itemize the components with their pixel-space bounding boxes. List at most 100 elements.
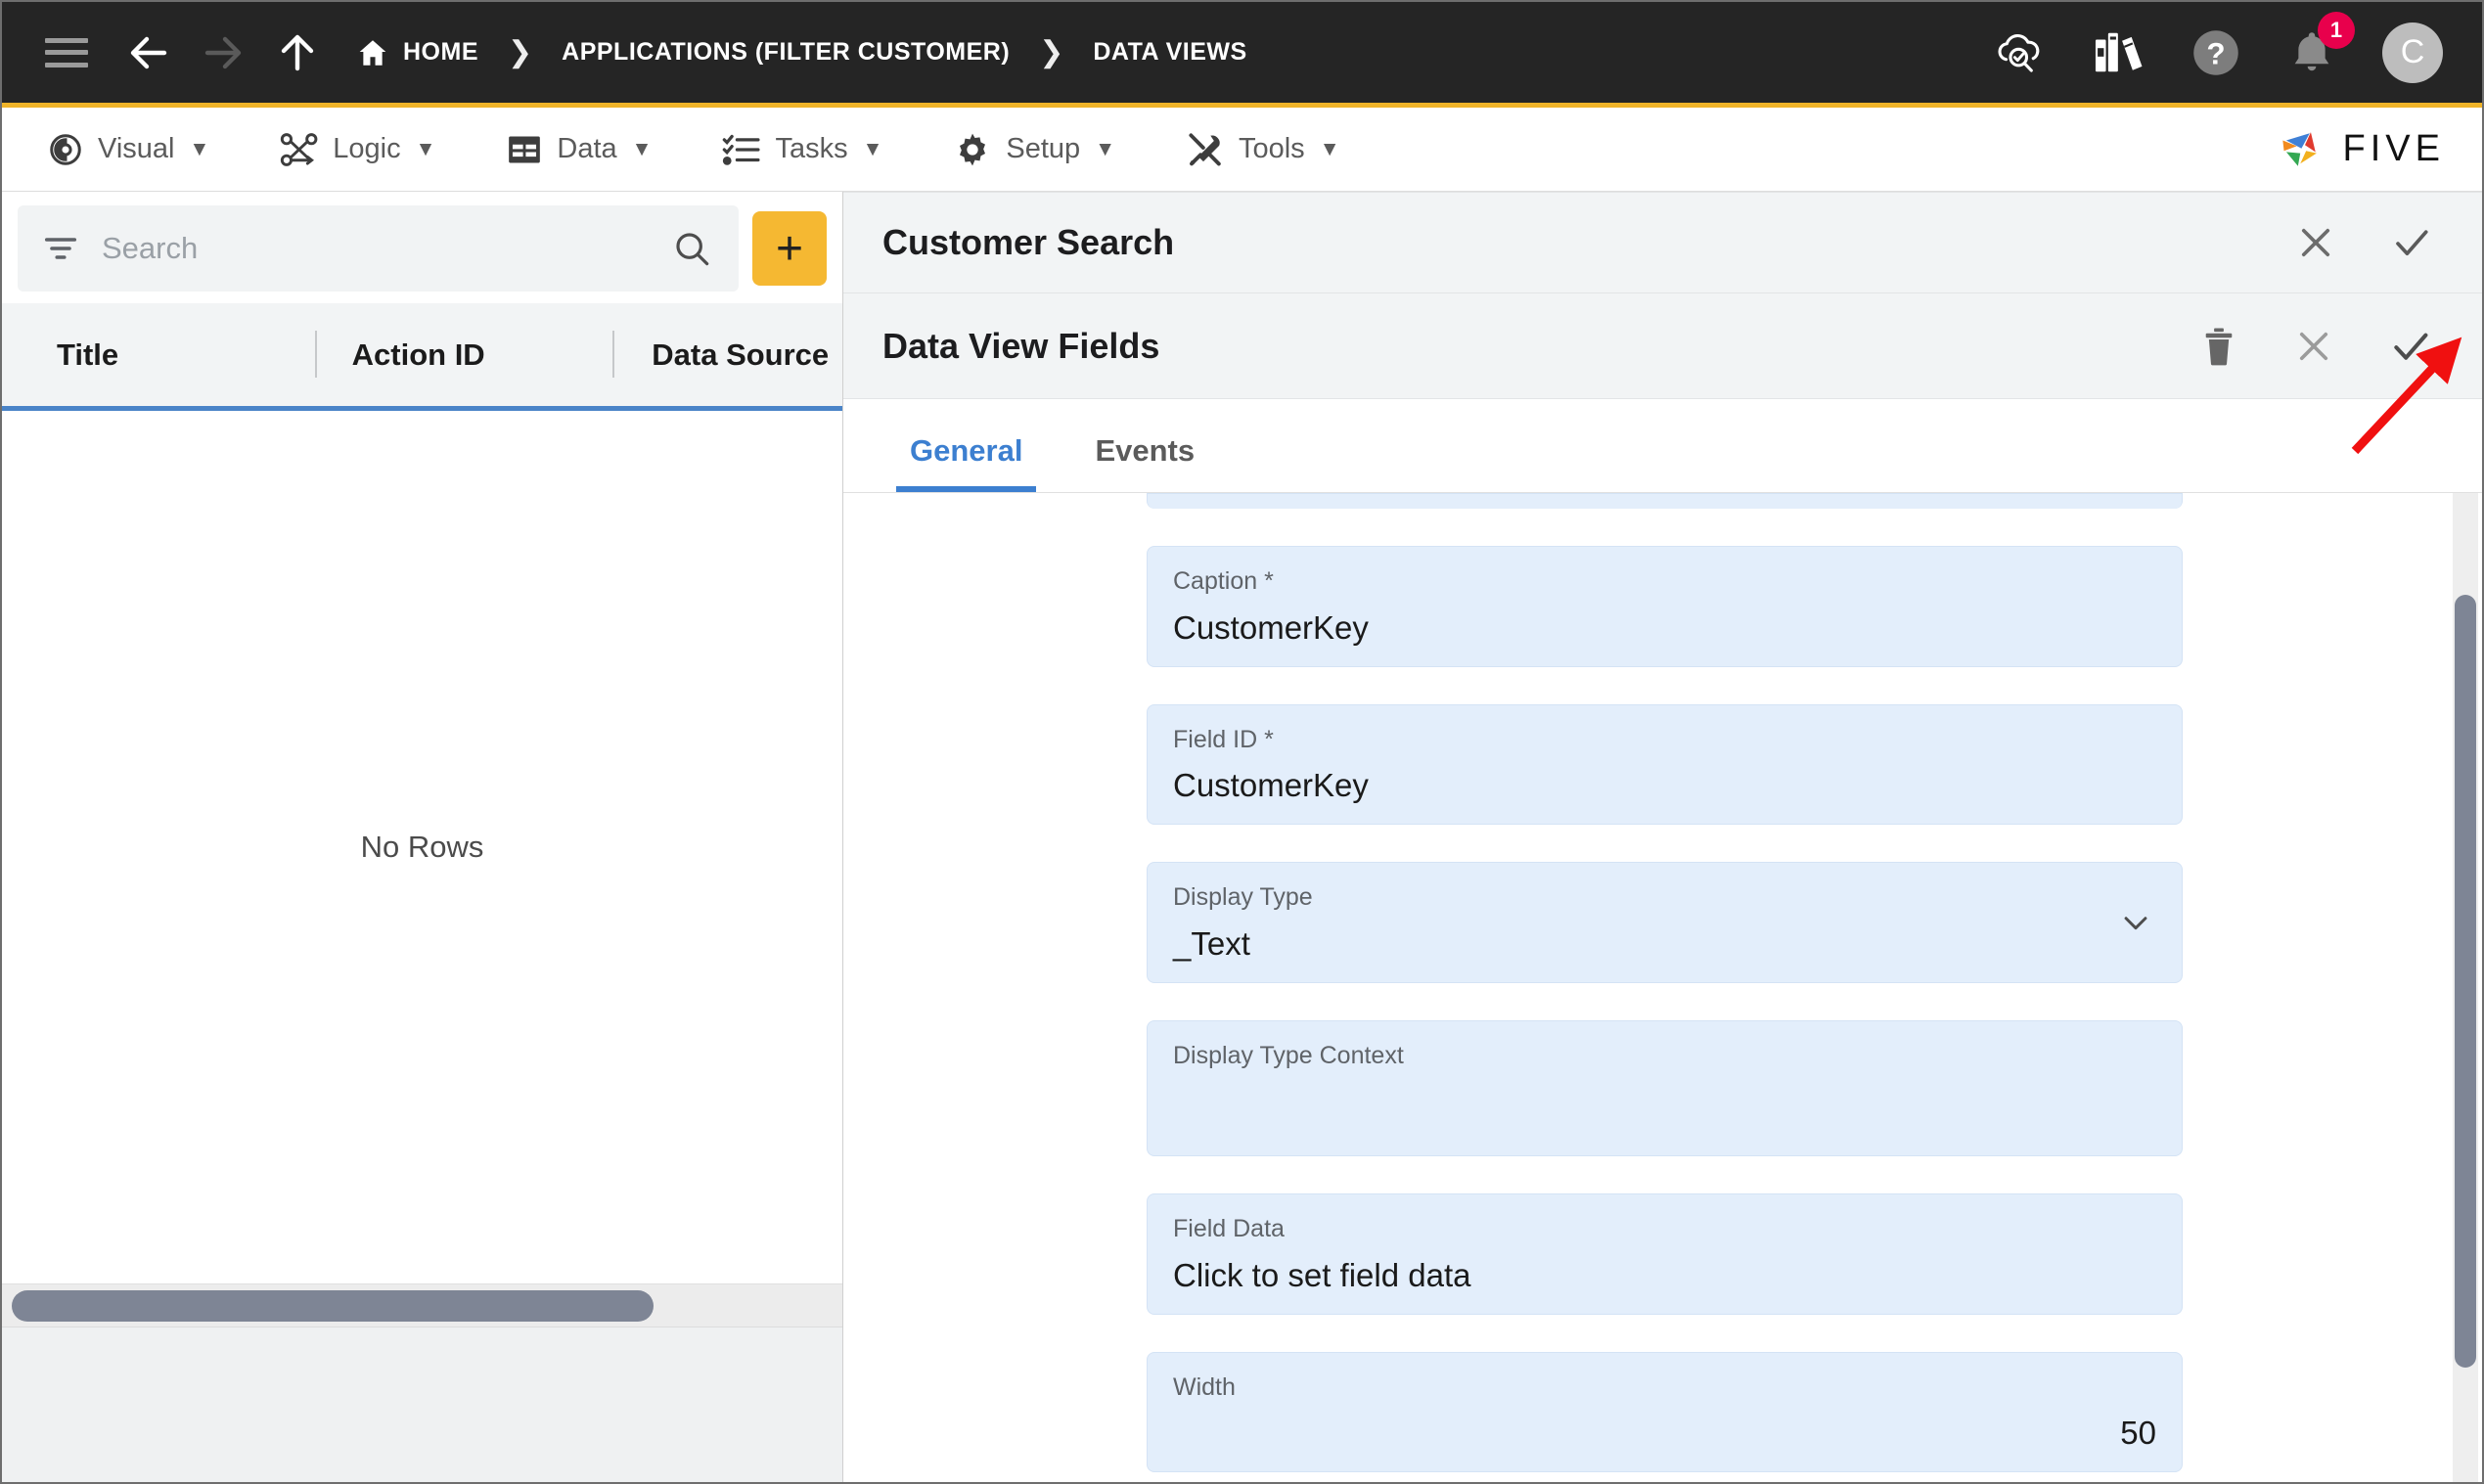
svg-text:?: ?: [2206, 36, 2225, 70]
field-field-data-value[interactable]: Click to set field data: [1173, 1257, 2156, 1296]
record-close-icon[interactable]: [2295, 222, 2336, 263]
menu-data-label: Data: [557, 133, 617, 164]
column-divider[interactable]: [612, 331, 615, 378]
home-icon: [356, 36, 389, 69]
list-panel: + Title Action ID Data Source No Rows: [2, 192, 843, 1482]
field-field-data[interactable]: Field Data Click to set field data: [1147, 1193, 2183, 1315]
column-divider[interactable]: [314, 331, 317, 378]
menu-tools-label: Tools: [1238, 133, 1305, 164]
detail-header: Data View Fields: [843, 293, 2482, 399]
record-title: Customer Search: [882, 222, 1175, 262]
chevron-down-icon: ▼: [631, 137, 653, 160]
books-library-icon[interactable]: [2093, 28, 2145, 77]
menu-setup[interactable]: Setup ▼: [953, 130, 1115, 169]
column-header-data-source-label: Data Source: [652, 337, 830, 372]
field-caption-value[interactable]: CustomerKey: [1173, 609, 2156, 649]
notification-badge-count: 1: [2318, 11, 2355, 49]
list-body: No Rows: [2, 411, 842, 1284]
table-grid-icon: [506, 131, 543, 168]
field-width-label: Width: [1173, 1372, 1236, 1401]
field-caption-label: Caption *: [1173, 567, 1274, 595]
tab-general[interactable]: General: [896, 433, 1037, 492]
field-display-type-context-value[interactable]: [1173, 1083, 2156, 1138]
field-field-id[interactable]: Field ID * CustomerKey: [1147, 703, 2183, 825]
field-display-type-value[interactable]: _Text: [1173, 925, 2156, 965]
horizontal-scrollbar-thumb[interactable]: [12, 1289, 654, 1322]
column-header-data-source[interactable]: Data Source: [612, 303, 842, 406]
chevron-down-icon: ▼: [1095, 137, 1115, 160]
arrow-left-icon[interactable]: [125, 29, 172, 76]
menu-logic-label: Logic: [333, 133, 401, 164]
search-toolbar: +: [2, 192, 842, 303]
avatar[interactable]: C: [2382, 22, 2443, 83]
field-width[interactable]: Width 50: [1147, 1351, 2183, 1472]
menu-tools[interactable]: Tools ▼: [1186, 130, 1340, 169]
horizontal-scrollbar[interactable]: [2, 1284, 842, 1327]
search-input[interactable]: [102, 231, 672, 266]
column-header-title[interactable]: Title: [2, 303, 315, 406]
column-header-title-label: Title: [57, 337, 119, 372]
detail-panel: Customer Search Data View Fields General…: [843, 192, 2482, 1482]
chevron-down-icon[interactable]: [2119, 906, 2152, 939]
breadcrumb: HOME ❯ APPLICATIONS (FILTER CUSTOMER) ❯ …: [356, 35, 1247, 69]
field-clipped-above[interactable]: [1147, 493, 2183, 509]
field-field-id-value[interactable]: CustomerKey: [1173, 767, 2156, 806]
menu-visual[interactable]: Visual ▼: [47, 131, 209, 168]
menu-tasks[interactable]: Tasks ▼: [722, 131, 882, 168]
field-display-type[interactable]: Display Type _Text: [1147, 862, 2183, 983]
application-window: HOME ❯ APPLICATIONS (FILTER CUSTOMER) ❯ …: [0, 0, 2484, 1484]
hamburger-menu-icon[interactable]: [45, 37, 88, 67]
field-display-type-context-label: Display Type Context: [1173, 1041, 1404, 1069]
search-box[interactable]: [18, 205, 739, 292]
top-navigation-bar: HOME ❯ APPLICATIONS (FILTER CUSTOMER) ❯ …: [2, 2, 2482, 108]
column-header-action-id[interactable]: Action ID: [314, 303, 613, 406]
filter-icon[interactable]: [43, 234, 78, 263]
breadcrumb-label-applications: APPLICATIONS (FILTER CUSTOMER): [562, 38, 1011, 66]
tab-events[interactable]: Events: [1081, 433, 1208, 492]
add-button[interactable]: +: [752, 211, 827, 286]
detail-tabs: General Events: [843, 399, 2482, 493]
record-confirm-check-icon[interactable]: [2391, 222, 2432, 263]
logic-flow-icon: [280, 131, 319, 168]
menu-logic[interactable]: Logic ▼: [280, 131, 435, 168]
field-form: Caption * CustomerKey Field ID * Custome…: [843, 493, 2482, 1482]
vertical-scrollbar-thumb[interactable]: [2455, 595, 2476, 1368]
detail-header-actions: [2145, 325, 2432, 368]
breadcrumb-separator: ❯: [1039, 36, 1064, 68]
checklist-icon: [722, 131, 761, 168]
tools-wrench-icon: [1186, 130, 1225, 169]
five-logo: FIVE: [2275, 119, 2445, 180]
chevron-down-icon: ▼: [1319, 137, 1340, 160]
breadcrumb-item-data-views[interactable]: DATA VIEWS: [1093, 38, 1246, 67]
empty-state-message: No Rows: [360, 830, 484, 864]
field-display-type-context[interactable]: Display Type Context: [1147, 1019, 2183, 1156]
menu-setup-label: Setup: [1006, 133, 1081, 164]
chevron-down-icon: ▼: [189, 137, 210, 160]
menu-tasks-label: Tasks: [775, 133, 848, 164]
detail-header-confirm-check[interactable]: [2389, 325, 2432, 368]
list-panel-footer: [2, 1327, 842, 1482]
breadcrumb-separator: ❯: [508, 36, 533, 68]
five-logo-text: FIVE: [2342, 128, 2445, 169]
five-logo-mark: [2281, 131, 2317, 166]
detail-close-icon[interactable]: [2293, 326, 2334, 367]
cloud-search-icon[interactable]: [1991, 28, 2048, 77]
record-header: Customer Search: [843, 192, 2482, 293]
list-column-headers: Title Action ID Data Source: [2, 303, 842, 411]
detail-delete-trash-icon[interactable]: [2199, 326, 2238, 367]
field-field-id-label: Field ID *: [1173, 725, 1274, 753]
breadcrumb-item-home[interactable]: HOME: [356, 36, 478, 69]
notifications-bell-icon[interactable]: 1: [2286, 11, 2355, 78]
field-caption[interactable]: Caption * CustomerKey: [1147, 546, 2183, 667]
menu-data[interactable]: Data ▼: [506, 131, 652, 168]
arrow-up-icon[interactable]: [274, 29, 321, 76]
breadcrumb-item-applications[interactable]: APPLICATIONS (FILTER CUSTOMER): [562, 38, 1010, 67]
record-header-actions: [2240, 222, 2432, 263]
breadcrumb-label-home: HOME: [403, 38, 478, 66]
help-icon[interactable]: ?: [2190, 27, 2241, 78]
field-width-value[interactable]: 50: [1173, 1415, 2156, 1454]
search-icon[interactable]: [672, 229, 711, 268]
arrow-right-icon[interactable]: [200, 29, 247, 76]
detail-title: Data View Fields: [882, 325, 1160, 366]
eye-icon: [47, 131, 84, 168]
